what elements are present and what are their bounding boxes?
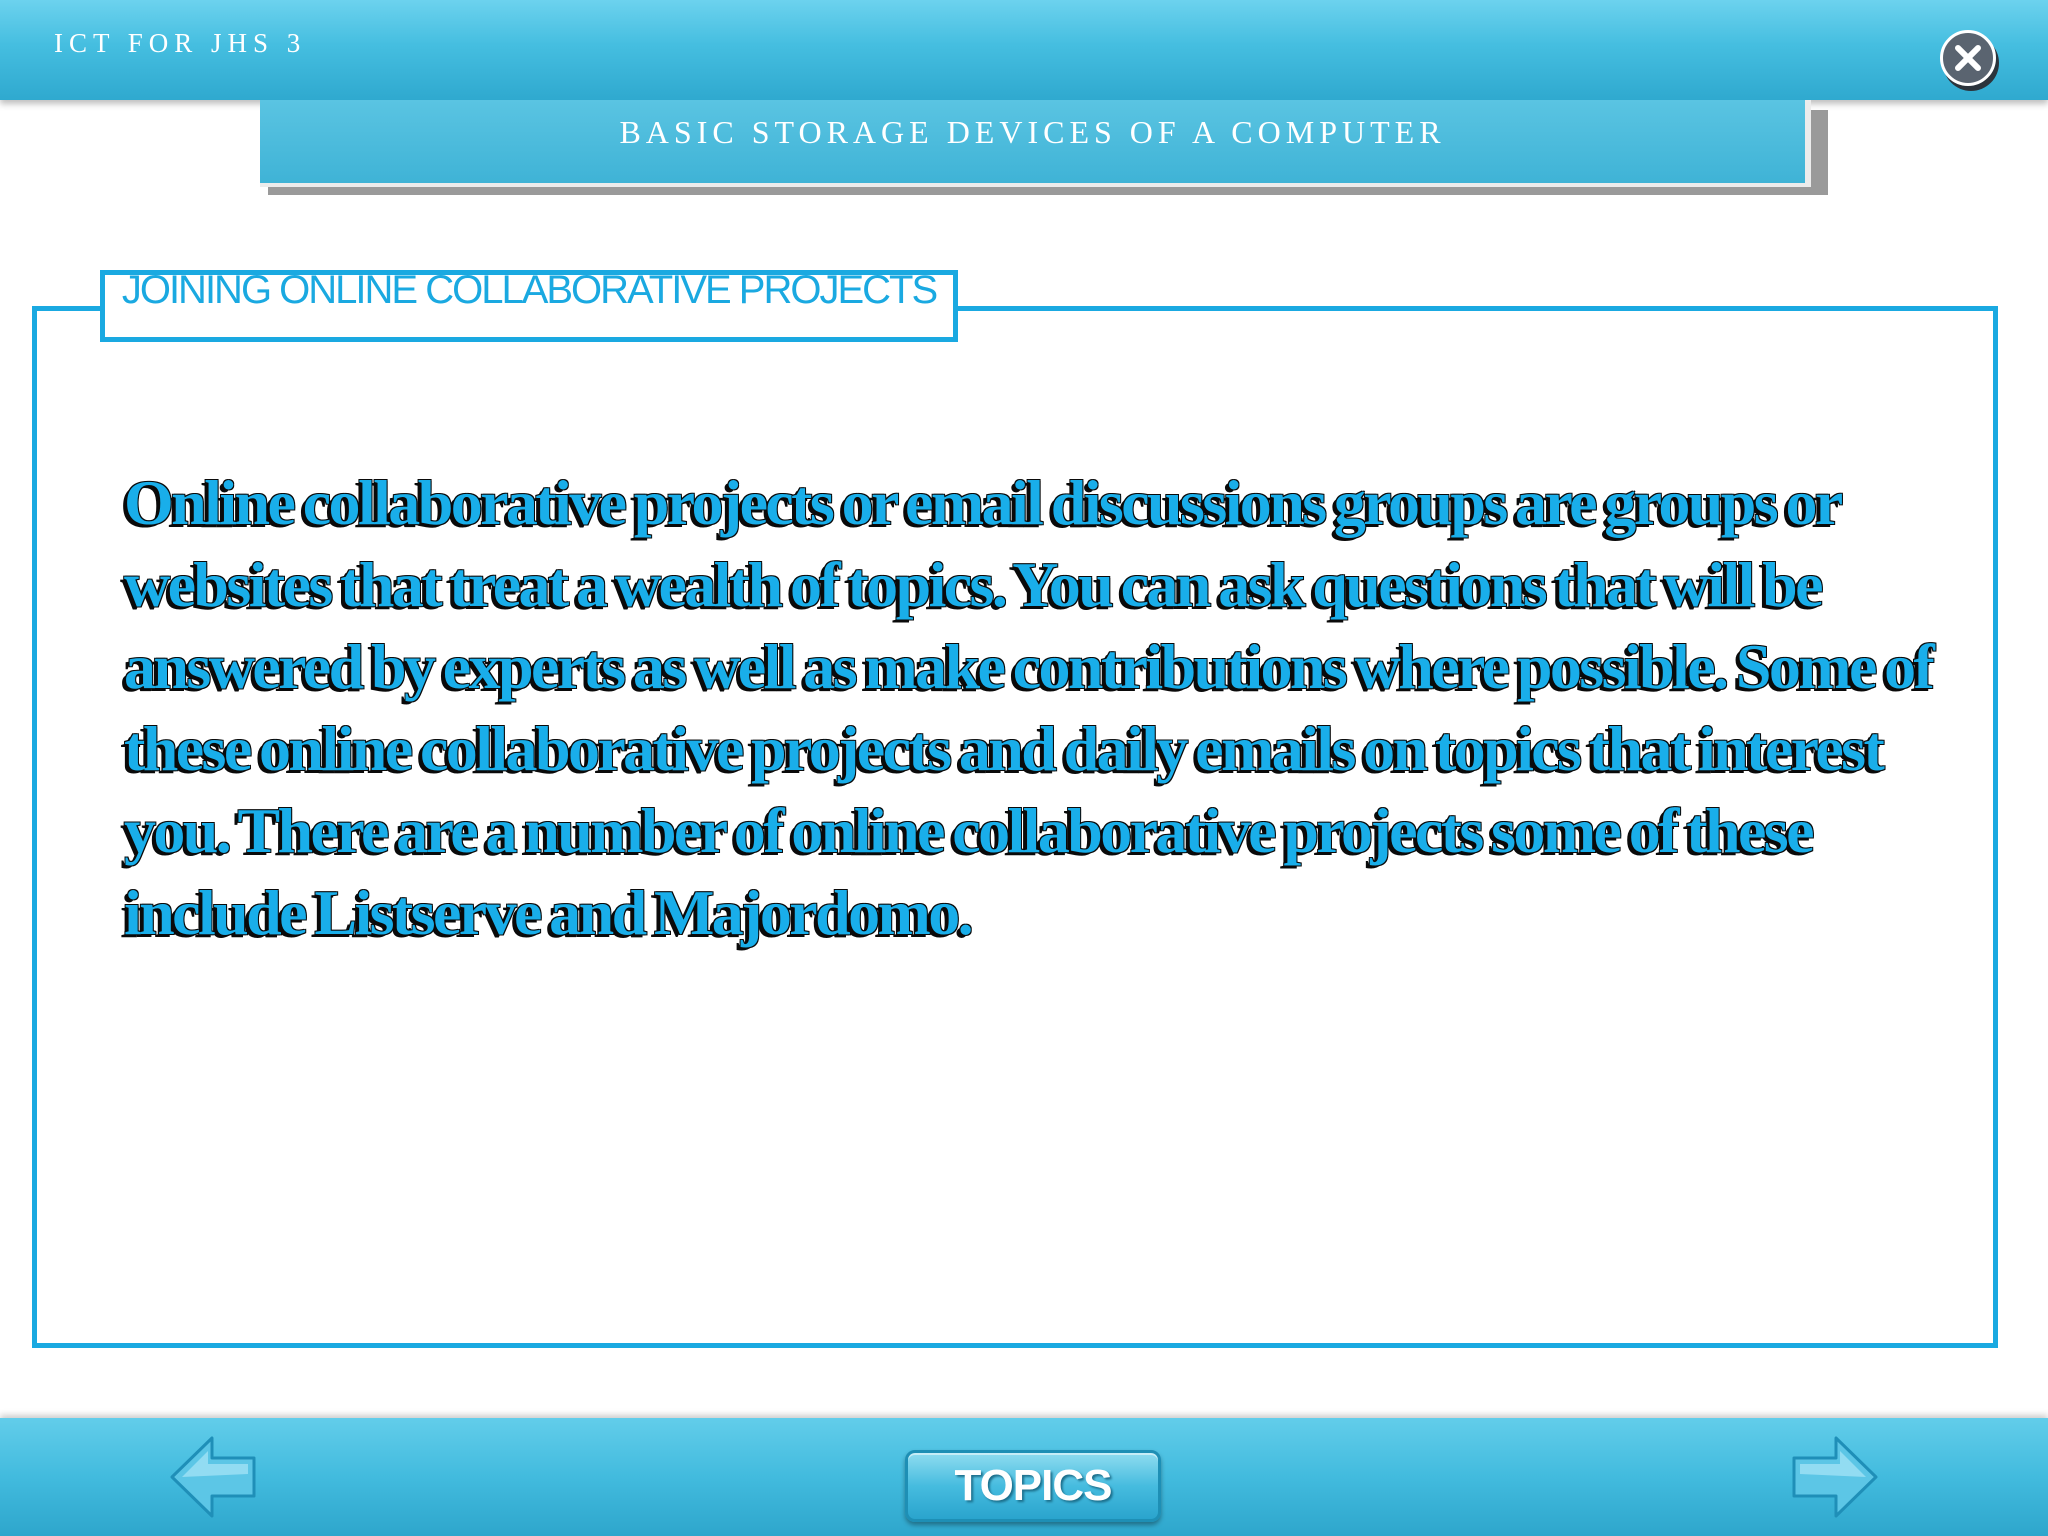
- topics-label: TOPICS: [954, 1461, 1112, 1510]
- next-button[interactable]: [1788, 1432, 1880, 1527]
- section-banner: BASIC STORAGE DEVICES OF A COMPUTER: [260, 100, 1811, 187]
- close-circle-icon: [1955, 45, 1981, 71]
- close-button[interactable]: [1940, 30, 1996, 86]
- topic-label: JOINING ONLINE COLLABORATIVE PROJECTS: [121, 268, 938, 312]
- body-text: Online collaborative projects or email d…: [124, 467, 1935, 948]
- topic-label-box: JOINING ONLINE COLLABORATIVE PROJECTS: [100, 268, 958, 342]
- previous-button[interactable]: [168, 1432, 260, 1527]
- arrow-left-icon: [170, 1436, 256, 1518]
- section-title: BASIC STORAGE DEVICES OF A COMPUTER: [619, 114, 1446, 150]
- top-bar: ICT FOR JHS 3: [0, 0, 2048, 100]
- topics-button[interactable]: TOPICS: [905, 1450, 1161, 1522]
- app-title: ICT FOR JHS 3: [54, 28, 307, 58]
- arrow-right-icon: [1792, 1436, 1878, 1518]
